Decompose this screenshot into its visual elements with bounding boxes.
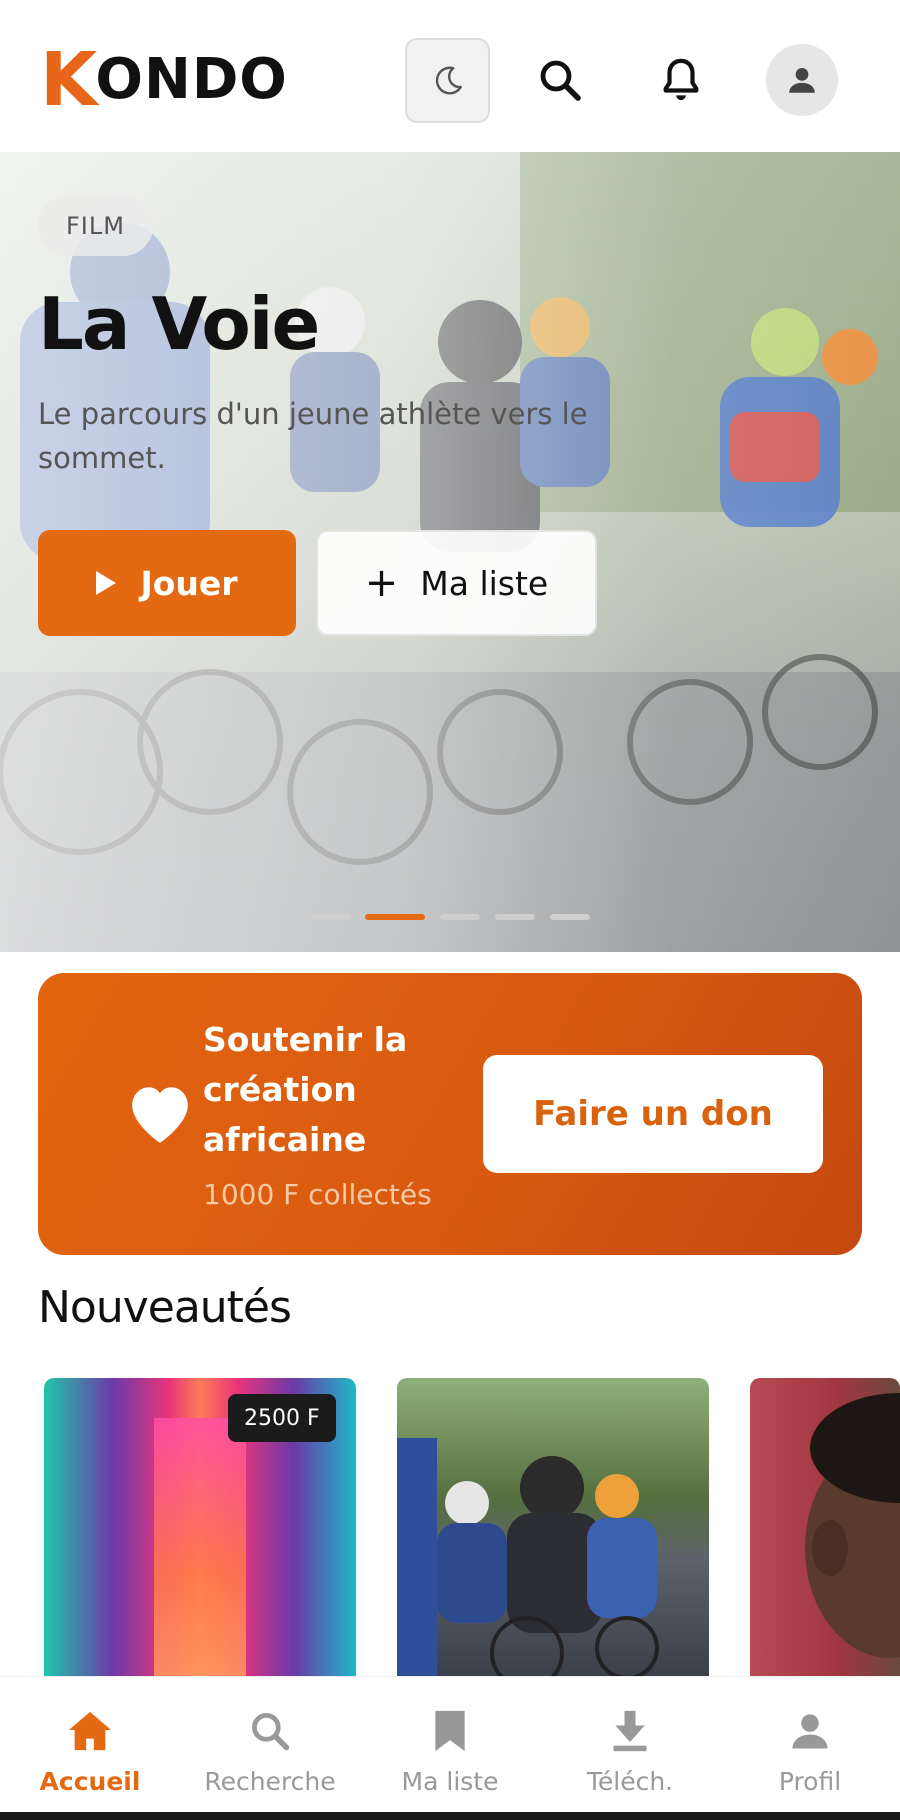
add-to-list-label: Ma liste bbox=[420, 563, 549, 603]
system-home-bar bbox=[0, 1812, 900, 1820]
nav-item-my-list[interactable]: Ma liste bbox=[360, 1677, 540, 1817]
bookmark-icon bbox=[435, 1710, 465, 1752]
nav-label: Accueil bbox=[39, 1767, 141, 1796]
carousel-indicators bbox=[310, 914, 590, 920]
new-releases-carousel[interactable]: 2500 F bbox=[44, 1378, 900, 1678]
user-icon bbox=[792, 1714, 828, 1749]
donate-button[interactable]: Faire un don bbox=[483, 1055, 823, 1173]
nav-label: Recherche bbox=[204, 1767, 336, 1796]
nav-label: Téléch. bbox=[586, 1767, 674, 1796]
play-icon bbox=[96, 571, 117, 595]
add-to-list-button[interactable]: + Ma liste bbox=[316, 530, 597, 636]
nav-item-search[interactable]: Recherche bbox=[180, 1677, 360, 1817]
hero-description: Le parcours d'un jeune athlète vers le s… bbox=[38, 397, 588, 475]
search-button[interactable] bbox=[530, 44, 590, 116]
carousel-dot[interactable] bbox=[495, 914, 535, 920]
nav-label: Profil bbox=[778, 1767, 842, 1796]
carousel-dot[interactable] bbox=[310, 914, 350, 920]
donation-title: Soutenir la création africaine bbox=[203, 1020, 408, 1159]
plus-icon: + bbox=[364, 560, 399, 606]
download-icon bbox=[613, 1710, 647, 1752]
portrait-thumbnail bbox=[805, 1393, 900, 1658]
movie-card[interactable]: 2500 F bbox=[44, 1378, 356, 1678]
profile-avatar-button[interactable] bbox=[766, 44, 838, 116]
cyclists-thumbnail bbox=[397, 1438, 659, 1678]
search-icon bbox=[252, 1713, 290, 1751]
moon-icon bbox=[435, 66, 462, 94]
price-badge: 2500 F bbox=[228, 1394, 336, 1442]
movie-card[interactable] bbox=[397, 1378, 709, 1678]
search-icon bbox=[540, 60, 581, 101]
play-label: Jouer bbox=[140, 563, 238, 603]
nav-label: Ma liste bbox=[401, 1767, 499, 1796]
carousel-dot[interactable] bbox=[440, 914, 480, 920]
bottom-navigation: Accueil Recherche Ma liste Téléch. Profi… bbox=[0, 1676, 900, 1816]
donation-collected: 1000 F collectés bbox=[203, 1178, 432, 1211]
notifications-button[interactable] bbox=[651, 44, 711, 116]
nav-item-profile[interactable]: Profil bbox=[720, 1677, 900, 1817]
home-icon bbox=[68, 1711, 112, 1751]
bell-icon bbox=[663, 58, 699, 101]
app-header: K ONDO bbox=[0, 0, 900, 152]
hero-banner[interactable]: FILM La Voie Le parcours d'un jeune athl… bbox=[0, 152, 900, 952]
genre-tag: FILM bbox=[38, 196, 153, 256]
movie-card[interactable] bbox=[750, 1378, 900, 1678]
kondo-logo[interactable]: K ONDO bbox=[40, 43, 288, 117]
nav-item-home[interactable]: Accueil bbox=[0, 1677, 180, 1817]
new-releases-title: Nouveautés bbox=[38, 1282, 292, 1333]
carousel-dot[interactable] bbox=[550, 914, 590, 920]
heart-icon bbox=[132, 1087, 188, 1143]
hero-title: La Voie bbox=[38, 282, 320, 366]
donation-banner: Soutenir la création africaine 1000 F co… bbox=[38, 973, 862, 1255]
nav-item-downloads[interactable]: Téléch. bbox=[540, 1677, 720, 1817]
play-button[interactable]: Jouer bbox=[38, 530, 296, 636]
theme-toggle-button[interactable] bbox=[405, 38, 490, 123]
carousel-dot-active[interactable] bbox=[365, 914, 425, 920]
user-icon bbox=[789, 67, 815, 93]
